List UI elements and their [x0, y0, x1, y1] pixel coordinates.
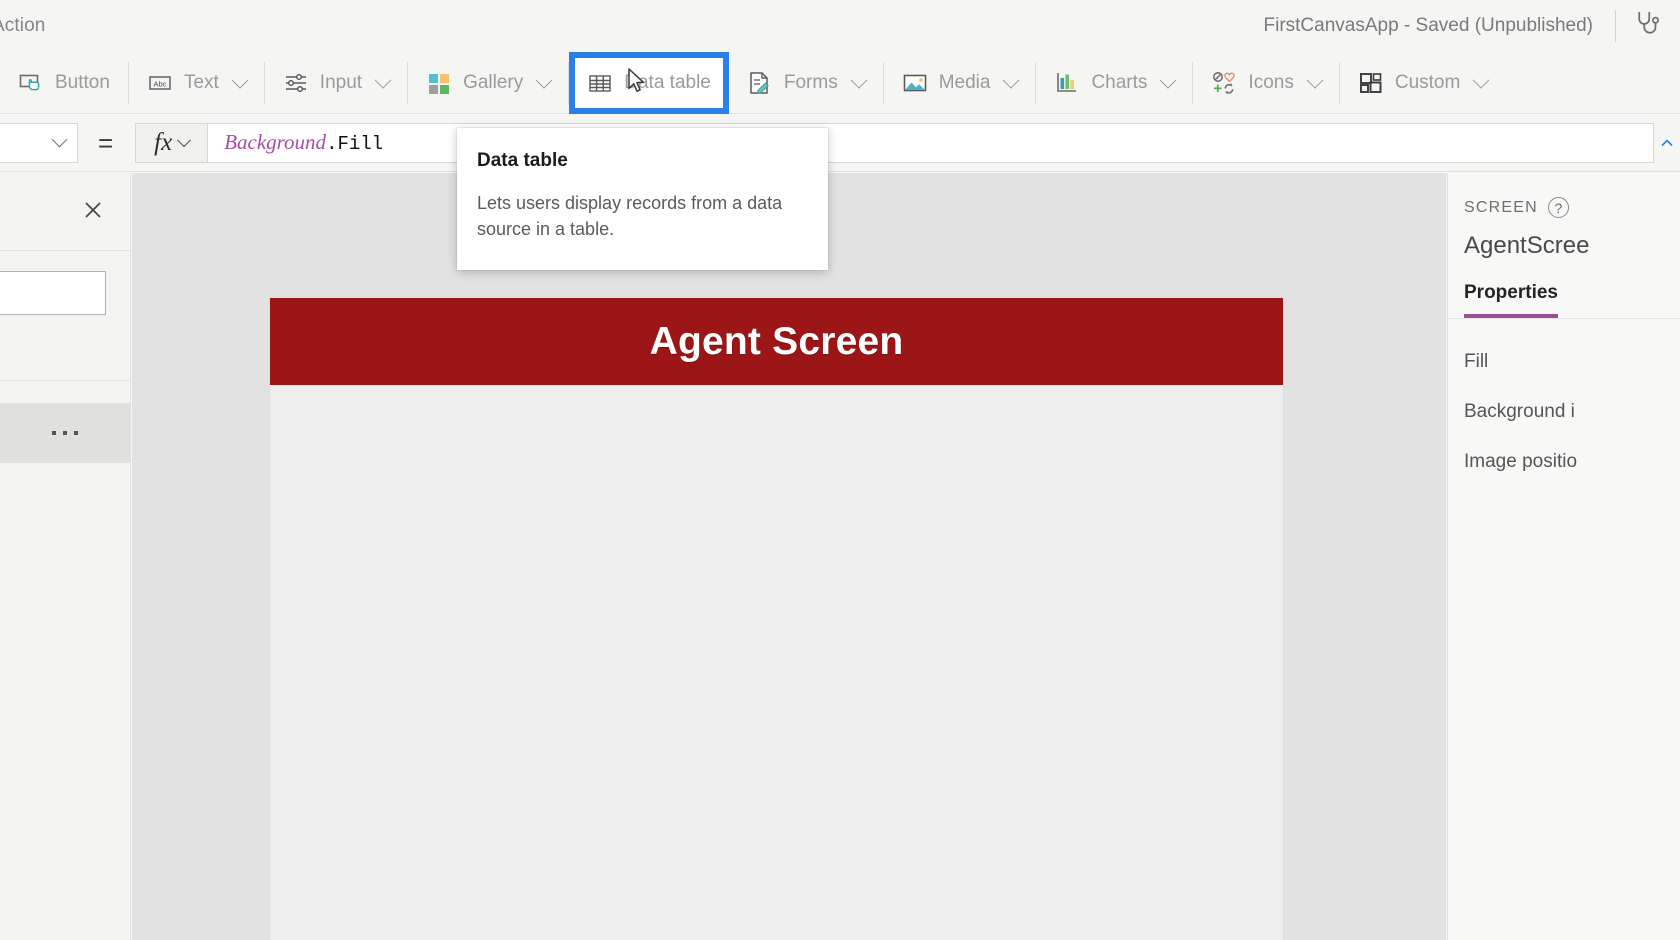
canvas-workspace[interactable]: Agent Screen	[132, 173, 1446, 940]
properties-list: Fill Background i Image positio	[1448, 319, 1680, 487]
property-row-image-position[interactable]: Image positio	[1448, 437, 1680, 487]
formula-expression: Background.Fill	[224, 130, 383, 155]
help-circle-icon[interactable]: ?	[1547, 197, 1569, 218]
ribbon-item-forms[interactable]: Forms	[729, 52, 883, 114]
app-screen-canvas[interactable]: Agent Screen	[270, 298, 1283, 940]
chevron-down-icon	[1159, 71, 1177, 89]
ribbon-label: Forms	[783, 72, 838, 93]
formula-expand-button[interactable]	[1654, 123, 1680, 163]
chevron-down-icon	[374, 71, 392, 89]
selected-control-name: AgentScree	[1464, 232, 1590, 259]
button-icon	[18, 70, 44, 96]
ribbon-item-button[interactable]: Button	[0, 52, 128, 114]
top-command-bar: Action FirstCanvasApp - Saved (Unpublish…	[0, 0, 1680, 52]
insert-ribbon: Button Abc Text Input Gallery Data table…	[0, 52, 1680, 114]
search-input[interactable]	[0, 271, 106, 315]
equals-sign: =	[98, 127, 114, 158]
data-table-icon	[587, 70, 613, 96]
tree-search-row	[0, 251, 130, 335]
ribbon-item-data-table[interactable]: Data table	[569, 52, 729, 114]
ribbon-label: Media	[938, 72, 991, 93]
app-title-status: FirstCanvasApp - Saved (Unpublished)	[1263, 15, 1594, 36]
ribbon-label: Button	[55, 72, 110, 93]
forms-edit-icon	[747, 70, 773, 96]
tab-properties[interactable]: Properties	[1464, 282, 1558, 318]
fx-function-button[interactable]: fx	[135, 122, 208, 163]
ribbon-item-charts[interactable]: Charts	[1036, 52, 1192, 114]
ribbon-item-gallery[interactable]: Gallery	[408, 52, 568, 114]
stethoscope-icon	[1633, 9, 1663, 44]
ribbon-item-icons[interactable]: Icons	[1193, 52, 1338, 114]
ellipsis-icon	[52, 431, 78, 435]
svg-text:Abc: Abc	[153, 79, 166, 88]
icons-set-icon	[1211, 70, 1237, 96]
text-abc-icon: Abc	[147, 70, 173, 96]
tooltip-description: Lets users display records from a data s…	[477, 193, 783, 240]
powerapps-studio: Action FirstCanvasApp - Saved (Unpublish…	[0, 0, 1680, 940]
panel-divider	[0, 380, 130, 381]
ribbon-label: Gallery	[463, 72, 524, 93]
ribbon-label: Custom	[1394, 72, 1461, 93]
app-checker-button[interactable]	[1616, 0, 1680, 52]
chevron-down-icon	[1472, 71, 1490, 89]
ribbon-item-media[interactable]: Media	[884, 52, 1036, 114]
ribbon-label: Text	[183, 72, 219, 93]
fx-icon: fx	[154, 128, 173, 156]
formula-token-rest: .Fill	[326, 133, 384, 155]
page-title: Agent Screen	[649, 319, 904, 363]
chevron-down-icon	[177, 132, 192, 147]
data-table-tooltip: Data table Lets users display records fr…	[457, 128, 828, 271]
properties-section-label: SCREEN	[1464, 198, 1538, 216]
ribbon-label: Input	[319, 72, 363, 93]
tooltip-title: Data table	[477, 150, 568, 171]
chevron-down-icon	[51, 131, 68, 148]
ribbon-item-text[interactable]: Abc Text	[129, 52, 264, 114]
ribbon-item-custom[interactable]: Custom	[1340, 52, 1505, 114]
properties-tabs: Properties	[1448, 260, 1680, 319]
chevron-down-icon	[1002, 71, 1020, 89]
input-sliders-icon	[283, 70, 309, 96]
tree-view-header	[0, 173, 130, 251]
chevron-down-icon	[850, 71, 868, 89]
property-row-fill[interactable]: Fill	[1448, 337, 1680, 387]
screen-header-banner[interactable]: Agent Screen	[270, 298, 1283, 385]
close-icon	[85, 202, 101, 218]
ribbon-label: Icons	[1248, 72, 1294, 93]
formula-token-property: Background	[224, 130, 327, 154]
tree-item-overflow[interactable]	[0, 403, 130, 463]
close-panel-button[interactable]	[79, 196, 107, 224]
chevron-down-icon	[231, 71, 249, 89]
ribbon-item-input[interactable]: Input	[265, 52, 407, 114]
custom-blocks-icon	[1358, 70, 1384, 96]
chevron-down-icon	[535, 71, 553, 89]
formula-bar: = fx Background.Fill	[0, 114, 1680, 172]
ribbon-label: Charts	[1091, 72, 1148, 93]
property-row-background-image[interactable]: Background i	[1448, 387, 1680, 437]
property-selector-dropdown[interactable]	[0, 122, 78, 163]
media-image-icon	[902, 70, 928, 96]
ribbon-tab-action[interactable]: Action	[0, 15, 45, 37]
properties-panel-header: SCREEN ?	[1448, 173, 1680, 218]
chevron-up-icon	[1661, 138, 1673, 146]
tree-view-panel	[0, 173, 131, 940]
properties-panel: SCREEN ? AgentScree Properties Fill Back…	[1447, 173, 1680, 940]
ribbon-label: Data table	[624, 72, 711, 93]
top-bar-right-group: FirstCanvasApp - Saved (Unpublished)	[1264, 0, 1680, 52]
charts-bar-icon	[1054, 70, 1080, 96]
gallery-grid-icon	[426, 70, 452, 96]
formula-input[interactable]: Background.Fill	[207, 122, 1654, 163]
chevron-down-icon	[1306, 71, 1324, 89]
